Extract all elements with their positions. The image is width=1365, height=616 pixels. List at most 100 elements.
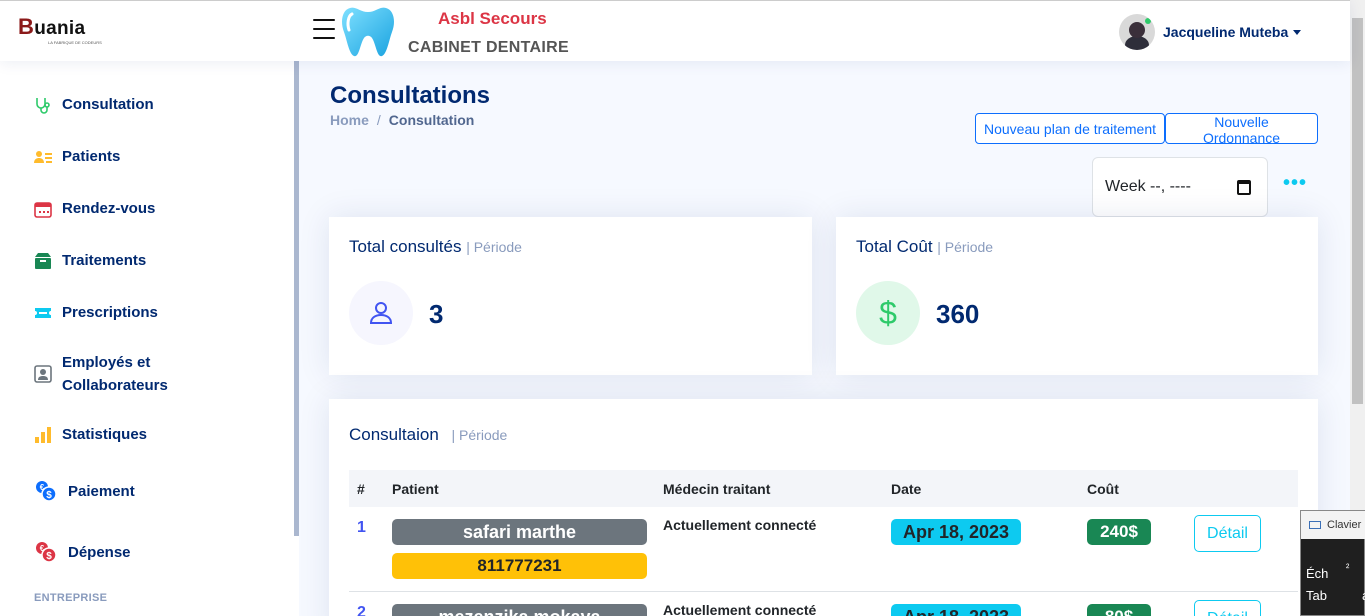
sidebar-item-depense[interactable]: € $ Dépense <box>34 540 131 564</box>
patient-name-badge: mezenzika mokaya <box>392 604 647 616</box>
breadcrumb-separator: / <box>376 112 381 128</box>
column-header[interactable]: # <box>357 481 365 497</box>
keyboard-titlebar[interactable]: Clavier <box>1301 511 1365 539</box>
ticket-icon <box>35 307 51 318</box>
bar-chart-icon <box>35 426 51 443</box>
new-treatment-plan-button[interactable]: Nouveau plan de traitement <box>975 113 1165 144</box>
patients-icon <box>34 150 52 163</box>
key-superscript-two[interactable]: ² <box>1346 563 1349 574</box>
key-tab[interactable]: Tab <box>1306 588 1327 603</box>
sidebar-item-label: Employés et <box>62 354 151 371</box>
doctor-name: Actuellement connecté <box>663 517 817 533</box>
user-profile-dropdown[interactable]: Jacqueline Muteba <box>1119 14 1302 50</box>
cost-badge: 80$ <box>1087 604 1151 616</box>
week-picker-value: Week --, ---- <box>1105 178 1191 195</box>
week-picker-input[interactable]: Week --, ---- <box>1092 157 1268 217</box>
cost-badge: 240$ <box>1087 519 1151 545</box>
table-header: # Patient Médecin traitant Date Coût <box>349 470 1298 507</box>
sidebar-item-label: Paiement <box>68 482 135 500</box>
row-divider <box>349 591 1298 592</box>
calendar-icon[interactable] <box>1237 180 1251 195</box>
logo-text: uania <box>34 18 86 39</box>
on-screen-keyboard[interactable]: Clavier Éch ² Tab a <box>1300 510 1365 616</box>
sidebar-item-traitements[interactable]: Traitements <box>34 249 146 272</box>
sidebar: Consultation Patients Rendez-vous Traite… <box>0 61 299 616</box>
sidebar-item-paiement[interactable]: € $ Paiement <box>34 479 135 503</box>
buania-logo[interactable]: Buania LA FABRIQUE DE CODEURS <box>18 14 102 46</box>
sidebar-item-label: Dépense <box>68 543 131 561</box>
column-header[interactable]: Médecin traitant <box>663 481 770 497</box>
column-header[interactable]: Patient <box>392 481 439 497</box>
breadcrumb: Home / Consultation <box>330 112 474 128</box>
dollar-icon: $ <box>856 281 920 345</box>
card-title: Total consultés | Période <box>349 237 522 257</box>
patient-phone-badge: 811777231 <box>392 553 647 579</box>
table-card-title: Consultaion | Période <box>349 425 507 445</box>
patient-name-badge: safari marthe <box>392 519 647 545</box>
card-title-text: Total Coût <box>856 237 933 256</box>
detail-button[interactable]: Détail <box>1194 515 1261 552</box>
sidebar-item-patients[interactable]: Patients <box>34 145 120 168</box>
calendar-icon <box>34 201 52 218</box>
card-title: Total Coût | Période <box>856 237 993 257</box>
chevron-down-icon <box>1293 29 1302 35</box>
doctor-name: Actuellement connecté <box>663 602 817 616</box>
sidebar-item-label: Patients <box>62 148 121 165</box>
brand-subtitle: CABINET DENTAIRE <box>408 39 569 56</box>
key-escape[interactable]: Éch <box>1306 566 1328 581</box>
keyboard-title: Clavier <box>1327 519 1362 531</box>
stethoscope-icon <box>36 97 50 114</box>
detail-button[interactable]: Détail <box>1194 600 1261 616</box>
person-icon <box>349 281 413 345</box>
currency-exchange-icon: €$ <box>36 481 57 502</box>
sidebar-item-label: Consultation <box>62 96 154 113</box>
breadcrumb-current: Consultation <box>388 112 475 128</box>
menu-toggle-icon[interactable] <box>313 19 335 39</box>
stat-value: 360 <box>936 299 980 329</box>
brand-title: Asbl Secours <box>438 9 547 28</box>
sidebar-item-label: Statistiques <box>62 426 148 443</box>
sidebar-item-consultation[interactable]: Consultation <box>34 93 154 116</box>
table-period-label: | Période <box>451 427 508 443</box>
top-header: Buania LA FABRIQUE DE CODEURS Asbl Secou… <box>0 0 1350 61</box>
new-prescription-button[interactable]: Nouvelle Ordonnance <box>1165 113 1318 146</box>
date-badge: Apr 18, 2023 <box>891 604 1021 616</box>
sidebar-item-label-line2: Collaborateurs <box>62 377 168 394</box>
more-options-icon[interactable]: ••• <box>1283 172 1307 195</box>
logo-initial: B <box>18 14 35 39</box>
column-header[interactable]: Coût <box>1087 481 1119 497</box>
sidebar-scrollbar[interactable] <box>294 61 299 536</box>
keyboard-icon <box>1309 521 1321 529</box>
table-title-text: Consultaion <box>349 425 439 444</box>
svg-text:$: $ <box>46 551 52 562</box>
currency-exchange-icon: €$ <box>36 542 57 563</box>
card-period-label: | Période <box>937 239 994 255</box>
sidebar-item-label: Prescriptions <box>62 304 158 321</box>
avatar <box>1119 14 1155 50</box>
total-consultations-card: Total consultés | Période 3 <box>329 217 812 375</box>
sidebar-item-statistiques[interactable]: Statistiques <box>34 423 147 446</box>
card-period-label: | Période <box>466 239 522 255</box>
tooth-logo-icon <box>342 7 394 57</box>
svg-text:$: $ <box>46 490 52 501</box>
consultations-table-card: Consultaion | Période <box>329 399 1318 616</box>
sidebar-item-label: Traitements <box>62 252 147 269</box>
logo-tagline: LA FABRIQUE DE CODEURS <box>48 40 102 45</box>
page-title: Consultations <box>330 82 490 109</box>
stat-value: 3 <box>429 299 444 329</box>
row-number-link[interactable]: 1 <box>357 519 366 537</box>
svg-text:$: $ <box>879 296 897 330</box>
sidebar-item-prescriptions[interactable]: Prescriptions <box>34 301 158 324</box>
box-icon <box>35 252 51 269</box>
breadcrumb-home-link[interactable]: Home <box>330 112 369 128</box>
user-name: Jacqueline Muteba <box>1163 24 1289 40</box>
sidebar-item-rendez-vous[interactable]: Rendez-vous <box>34 197 155 220</box>
total-cost-card: Total Coût | Période $ 360 <box>836 217 1318 375</box>
column-header[interactable]: Date <box>891 481 921 497</box>
row-number-link[interactable]: 2 <box>357 604 366 616</box>
date-badge: Apr 18, 2023 <box>891 519 1021 545</box>
sidebar-item-label: Rendez-vous <box>62 200 156 217</box>
person-badge-icon <box>34 365 52 383</box>
sidebar-item-employes[interactable]: Employés et Collaborateurs <box>34 351 168 397</box>
card-title-text: Total consultés <box>349 237 462 256</box>
